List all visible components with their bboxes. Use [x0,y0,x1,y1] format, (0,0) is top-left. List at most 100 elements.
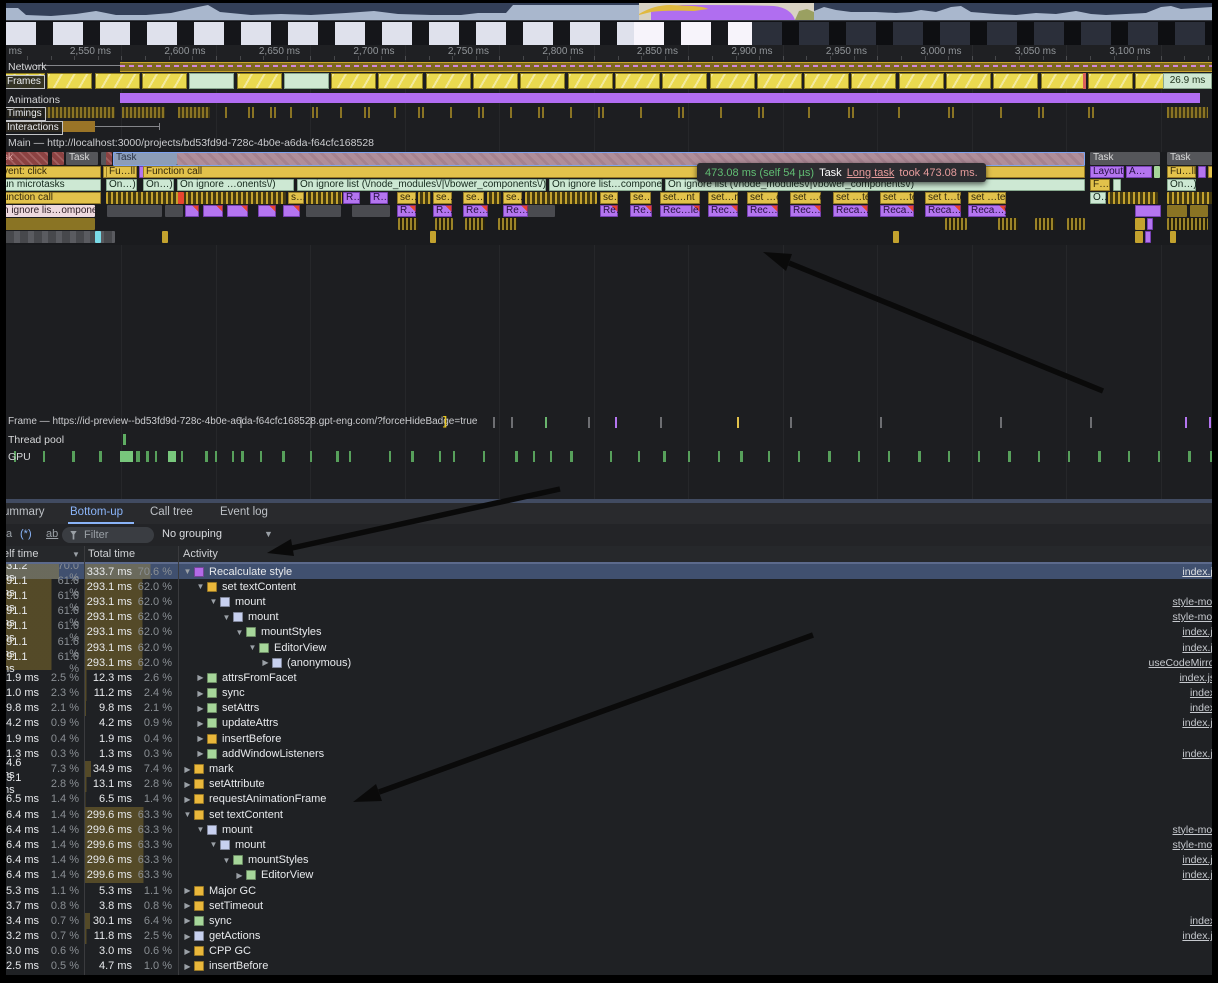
flame-bar[interactable]: se…nt [630,192,651,204]
collapse-icon[interactable]: ▼ [195,582,206,591]
table-row[interactable]: 3.7 ms0.8 %3.8 ms0.8 %▶setTimeout [0,898,1218,913]
flame-bar[interactable]: R… [343,192,360,204]
table-row[interactable]: 6.5 ms1.4 %6.5 ms1.4 %▶requestAnimationF… [0,792,1218,807]
flame-bar[interactable] [95,231,101,243]
flame-bar[interactable] [1198,166,1206,178]
flame-bar[interactable] [203,205,223,217]
collapse-icon[interactable]: ▼ [221,856,232,865]
flame-bar[interactable] [162,231,168,243]
flame-bar[interactable] [525,192,597,204]
frame-cell[interactable] [615,73,660,89]
flame-bar[interactable] [185,205,199,217]
flame-bar[interactable]: On ignore …onents\/) [177,179,294,191]
timings-marker[interactable] [225,107,227,118]
main-thread-flame-chart[interactable]: skTaskTaskTaskTaskvent: clickFu…llFuncti… [0,152,1218,245]
frame-cell[interactable] [142,73,187,89]
regex-icon[interactable]: (*) [20,528,32,540]
timings-marker-cluster[interactable] [1167,107,1208,118]
flame-bar[interactable]: R… [370,192,388,204]
flame-bar[interactable]: sk [0,152,48,165]
flame-bar[interactable]: Re…le [600,205,618,217]
collapse-icon[interactable]: ▼ [182,810,193,819]
frame-track-label[interactable]: Frame — https://id-preview--bd53fd9d-728… [8,416,477,427]
total-time-header[interactable]: Total time [88,548,135,560]
table-row[interactable]: 11.0 ms2.3 %11.2 ms2.4 %▶syncindex. [0,686,1218,701]
expand-icon[interactable]: ▶ [195,689,206,698]
timings-marker[interactable] [678,107,680,118]
timings-marker[interactable] [274,107,276,118]
activity-header[interactable]: Activity [183,548,218,560]
collapse-icon[interactable]: ▼ [234,628,245,637]
flame-bar[interactable] [106,192,286,204]
tab-event-log[interactable]: Event log [220,506,268,518]
timings-marker[interactable] [1038,107,1040,118]
frame-cell[interactable] [378,73,423,89]
table-row[interactable]: 331.2 ms70.0 %333.7 ms70.6 %▼Recalculate… [0,564,1218,579]
activity-name[interactable]: sync [209,915,232,927]
column-divider[interactable] [178,546,179,975]
frame-duration-badge[interactable]: 26.9 ms [1163,73,1212,89]
frame-cell[interactable] [331,73,376,89]
flame-bar[interactable] [1147,218,1153,230]
activity-name[interactable]: Major GC [209,885,256,897]
flame-bar[interactable] [1145,231,1151,243]
timings-marker[interactable] [682,107,684,118]
table-row[interactable]: 291.1 ms61.6 %293.1 ms62.0 %▼EditorViewi… [0,640,1218,655]
flame-bar[interactable]: Re…e [463,205,488,217]
timings-marker[interactable] [1092,107,1094,118]
expand-icon[interactable]: ▶ [195,734,206,743]
frame-cell[interactable] [47,73,92,89]
expand-icon[interactable]: ▶ [195,749,206,758]
timings-marker[interactable] [270,107,272,118]
table-row[interactable]: 291.1 ms61.6 %293.1 ms62.0 %▼set textCon… [0,579,1218,594]
source-link[interactable]: style-mod [1164,611,1218,623]
expand-icon[interactable]: ▶ [182,780,193,789]
frame-cell[interactable] [851,73,896,89]
timings-marker[interactable] [570,107,572,118]
activity-name[interactable]: attrsFromFacet [222,672,297,684]
network-activity-bar[interactable] [120,62,1212,72]
table-row[interactable]: 291.1 ms61.6 %293.1 ms62.0 %▼mountstyle-… [0,594,1218,609]
expand-icon[interactable]: ▶ [195,719,206,728]
main-thread-label[interactable]: Main — http://localhost:3000/projects/bd… [8,137,374,149]
flame-bar[interactable] [165,205,183,217]
timings-marker-cluster[interactable] [122,107,165,118]
flame-bar[interactable]: Layout [1090,166,1124,178]
flame-bar[interactable] [945,218,967,230]
table-row[interactable]: 3.2 ms0.7 %11.8 ms2.5 %▶getActionsindex.… [0,929,1218,944]
source-link[interactable]: style-mod [1164,839,1218,851]
frame-cell[interactable] [426,73,471,89]
activity-name[interactable]: mark [209,763,233,775]
collapse-icon[interactable]: ▼ [208,840,219,849]
expand-icon[interactable]: ▶ [182,795,193,804]
flame-bar[interactable]: O… [1090,192,1106,204]
flame-bar[interactable] [893,231,899,243]
flame-bar[interactable]: Rec…le [660,205,700,217]
table-row[interactable]: 3.0 ms0.6 %3.0 ms0.6 %▶CPP GC [0,944,1218,959]
frame-cell[interactable] [568,73,613,89]
table-row[interactable]: 6.4 ms1.4 %299.6 ms63.3 %▼mountstyle-mod [0,837,1218,852]
timings-marker[interactable] [450,107,452,118]
timings-marker[interactable] [252,107,254,118]
flame-bar[interactable]: unction call [0,192,101,204]
flame-bar[interactable] [1170,231,1176,243]
activity-name[interactable]: mountStyles [261,626,322,638]
chevron-down-icon[interactable]: ▼ [264,529,273,539]
flame-bar[interactable] [1113,179,1121,191]
flame-bar[interactable]: se…t [433,192,452,204]
long-task-link[interactable]: Long task [847,167,895,179]
activity-name[interactable]: mount [222,824,253,836]
timings-marker[interactable] [482,107,484,118]
flame-bar[interactable]: set …tent [833,192,868,204]
timings-marker[interactable] [808,107,810,118]
timings-marker[interactable] [316,107,318,118]
flame-bar[interactable]: Reca…tyle [925,205,961,217]
frame-cell[interactable] [284,73,329,89]
flame-bar[interactable]: On ignore list…components\/) [549,179,662,191]
timings-marker[interactable] [898,107,900,118]
collapse-icon[interactable]: ▼ [195,825,206,834]
flame-bar[interactable] [418,192,431,204]
collapse-icon[interactable]: ▼ [182,567,193,576]
timings-marker[interactable] [948,107,950,118]
flame-bar[interactable] [258,205,276,217]
